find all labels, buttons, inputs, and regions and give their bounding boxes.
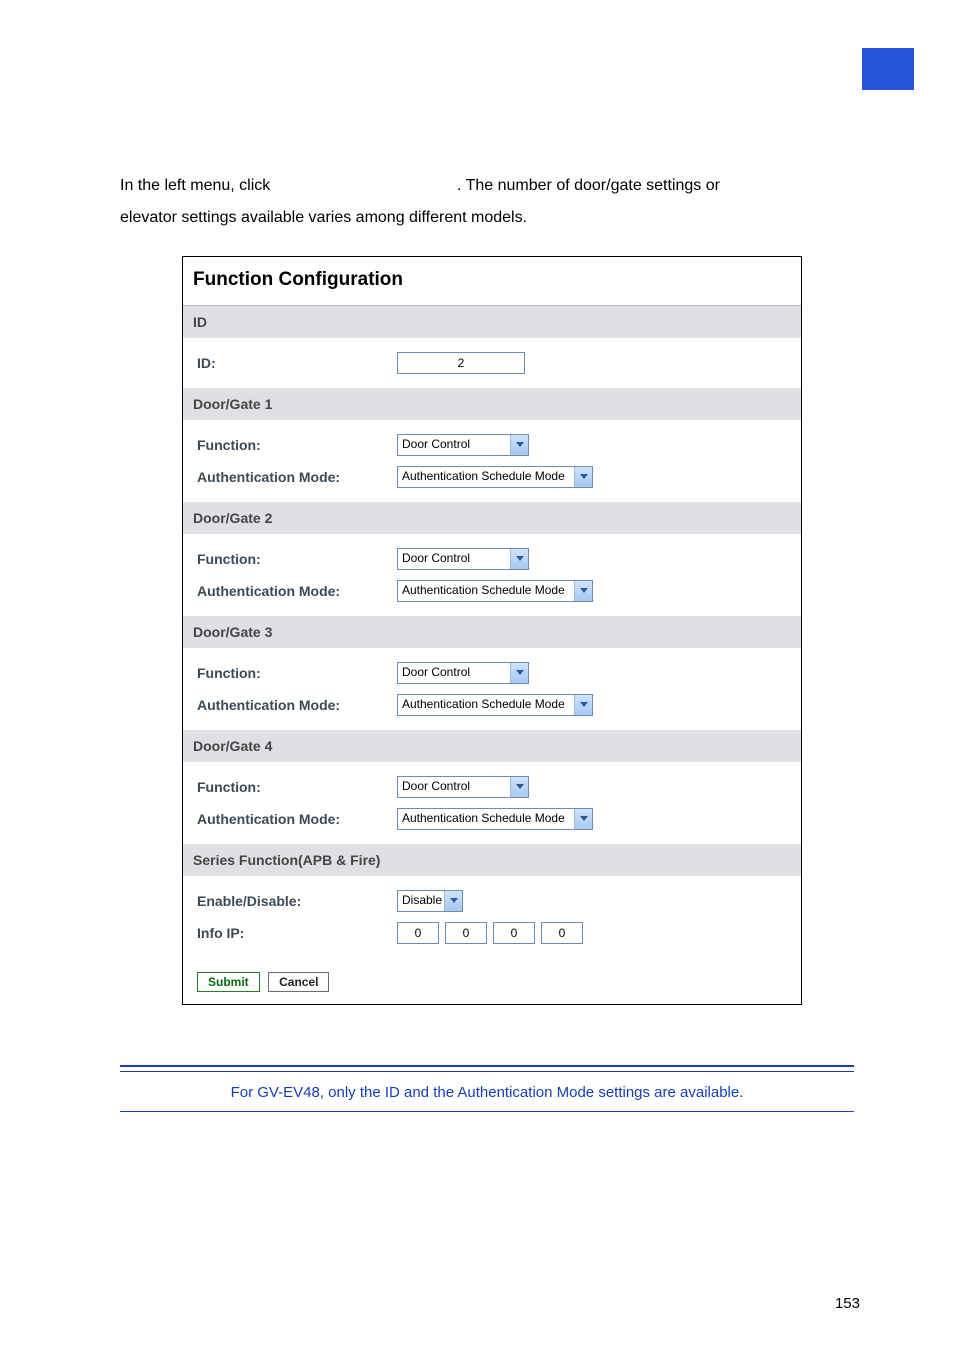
- gate2-auth-label: Authentication Mode:: [197, 583, 397, 599]
- header-accent-block: [862, 48, 914, 90]
- section-header-gate4: Door/Gate 4: [183, 730, 801, 762]
- gate3-auth-select[interactable]: Authentication Schedule Mode: [397, 694, 593, 716]
- id-label: ID:: [197, 355, 397, 371]
- chevron-down-icon: [444, 891, 462, 911]
- gate3-function-label: Function:: [197, 665, 397, 681]
- section-header-gate1: Door/Gate 1: [183, 388, 801, 420]
- page-content: In the left menu, click . The number of …: [0, 0, 954, 1112]
- panel-title: Function Configuration: [183, 257, 801, 306]
- gate2-function-value: Door Control: [398, 549, 510, 569]
- intro-paragraph: In the left menu, click . The number of …: [120, 170, 854, 234]
- chevron-down-icon: [510, 549, 528, 569]
- section-header-id: ID: [183, 306, 801, 338]
- gate4-auth-select[interactable]: Authentication Schedule Mode: [397, 808, 593, 830]
- cancel-button[interactable]: Cancel: [268, 972, 329, 992]
- gate1-function-value: Door Control: [398, 435, 510, 455]
- gate1-auth-value: Authentication Schedule Mode: [398, 467, 574, 487]
- gate1-function-select[interactable]: Door Control: [397, 434, 529, 456]
- gate1-auth-label: Authentication Mode:: [197, 469, 397, 485]
- chevron-down-icon: [510, 435, 528, 455]
- chevron-down-icon: [574, 581, 592, 601]
- gate2-function-label: Function:: [197, 551, 397, 567]
- info-ip-octet-2[interactable]: [445, 922, 487, 944]
- gate3-auth-label: Authentication Mode:: [197, 697, 397, 713]
- info-ip-label: Info IP:: [197, 925, 397, 941]
- divider: [120, 1071, 854, 1072]
- gate3-auth-value: Authentication Schedule Mode: [398, 695, 574, 715]
- intro-line1-gap: [275, 177, 457, 194]
- id-input[interactable]: [397, 352, 525, 374]
- section-body-gate2: Function: Door Control Authentication Mo…: [183, 534, 801, 616]
- gate4-auth-label: Authentication Mode:: [197, 811, 397, 827]
- gate3-function-value: Door Control: [398, 663, 510, 683]
- section-body-gate3: Function: Door Control Authentication Mo…: [183, 648, 801, 730]
- enable-disable-select[interactable]: Disable: [397, 890, 463, 912]
- section-body-id: ID:: [183, 338, 801, 388]
- gate1-function-label: Function:: [197, 437, 397, 453]
- section-header-gate3: Door/Gate 3: [183, 616, 801, 648]
- enable-disable-label: Enable/Disable:: [197, 893, 397, 909]
- info-ip-octet-1[interactable]: [397, 922, 439, 944]
- gate4-function-label: Function:: [197, 779, 397, 795]
- function-config-panel: Function Configuration ID ID: Door/Gate …: [182, 256, 802, 1005]
- gate4-function-value: Door Control: [398, 777, 510, 797]
- info-ip-octet-3[interactable]: [493, 922, 535, 944]
- section-header-gate2: Door/Gate 2: [183, 502, 801, 534]
- info-ip-group: [397, 922, 589, 944]
- divider: [120, 1065, 854, 1067]
- chevron-down-icon: [574, 809, 592, 829]
- chevron-down-icon: [510, 777, 528, 797]
- gate4-function-select[interactable]: Door Control: [397, 776, 529, 798]
- intro-line1-prefix: In the left menu, click: [120, 177, 275, 194]
- gate2-function-select[interactable]: Door Control: [397, 548, 529, 570]
- section-body-gate4: Function: Door Control Authentication Mo…: [183, 762, 801, 844]
- gate2-auth-value: Authentication Schedule Mode: [398, 581, 574, 601]
- gate4-auth-value: Authentication Schedule Mode: [398, 809, 574, 829]
- section-body-gate1: Function: Door Control Authentication Mo…: [183, 420, 801, 502]
- enable-disable-value: Disable: [398, 891, 444, 911]
- gate2-auth-select[interactable]: Authentication Schedule Mode: [397, 580, 593, 602]
- section-header-series: Series Function(APB & Fire): [183, 844, 801, 876]
- gate3-function-select[interactable]: Door Control: [397, 662, 529, 684]
- page-number: 153: [835, 1295, 860, 1312]
- chevron-down-icon: [574, 695, 592, 715]
- chevron-down-icon: [574, 467, 592, 487]
- intro-line1-suffix: . The number of door/gate settings or: [457, 177, 720, 194]
- info-ip-octet-4[interactable]: [541, 922, 583, 944]
- gate1-auth-select[interactable]: Authentication Schedule Mode: [397, 466, 593, 488]
- footnote-area: For GV-EV48, only the ID and the Authent…: [120, 1065, 854, 1112]
- chevron-down-icon: [510, 663, 528, 683]
- footnote-text: For GV-EV48, only the ID and the Authent…: [120, 1084, 854, 1101]
- intro-line2: elevator settings available varies among…: [120, 209, 527, 226]
- divider: [120, 1111, 854, 1112]
- section-body-series: Enable/Disable: Disable Info IP:: [183, 876, 801, 958]
- button-row: Submit Cancel: [183, 958, 801, 1004]
- submit-button[interactable]: Submit: [197, 972, 260, 992]
